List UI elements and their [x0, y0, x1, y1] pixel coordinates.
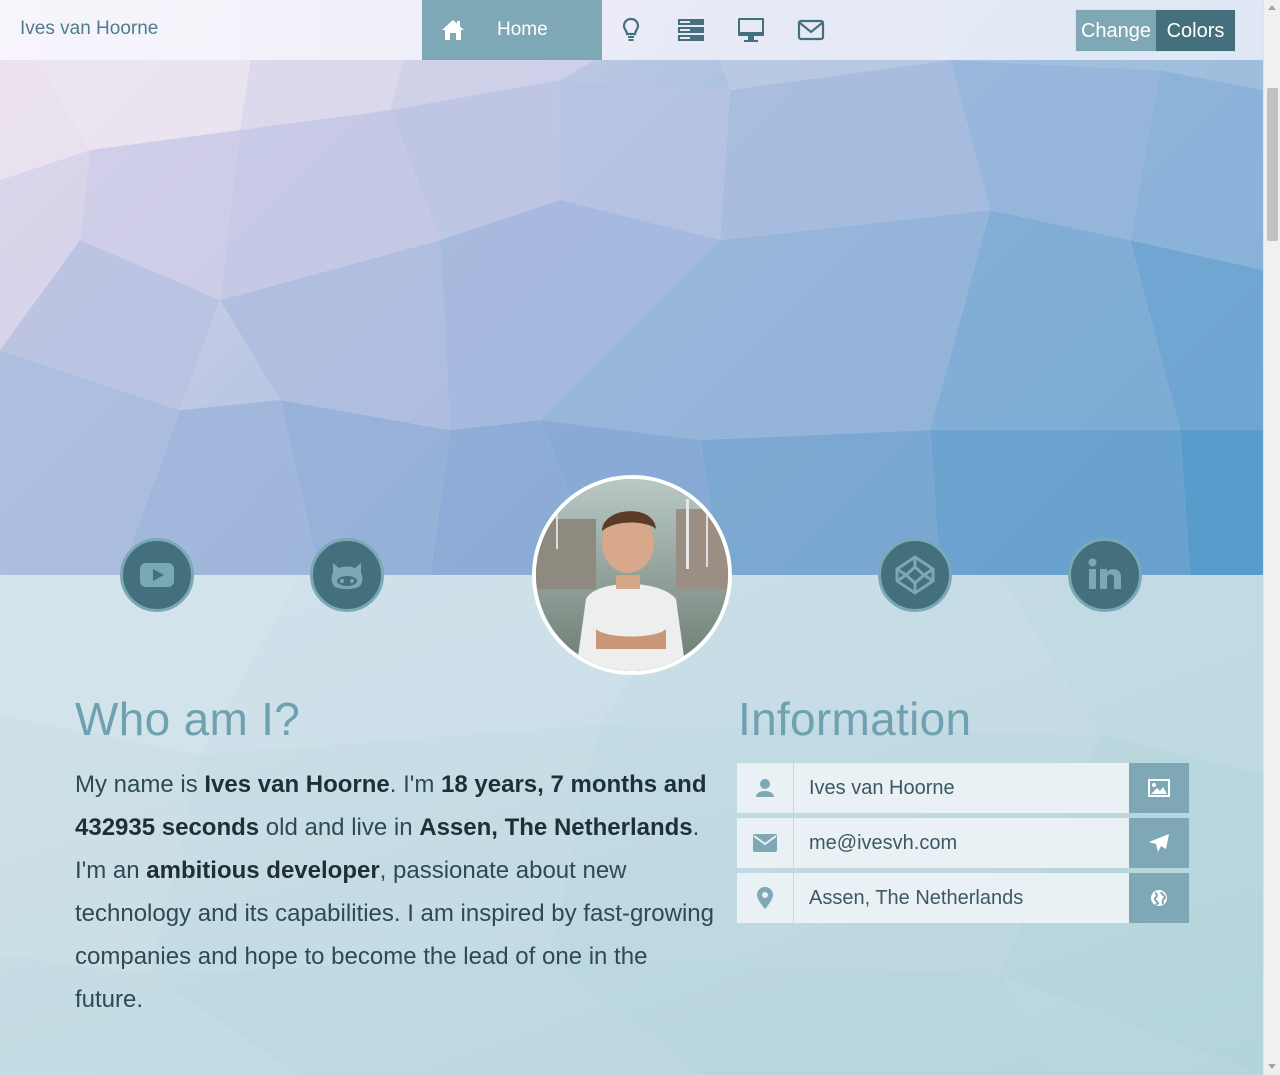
envelope-icon-box [737, 818, 794, 868]
home-icon [442, 20, 464, 40]
envelope-icon[interactable] [796, 15, 826, 45]
change-label: Change [1076, 10, 1156, 51]
about-title: Who am I? [75, 693, 301, 745]
github-link[interactable] [310, 538, 384, 612]
youtube-link[interactable] [120, 538, 194, 612]
info-name-value: Ives van Hoorne [794, 763, 1129, 813]
github-icon [331, 563, 363, 589]
colors-label: Colors [1156, 10, 1235, 51]
globe-button[interactable] [1129, 873, 1189, 923]
avatar-photo [536, 479, 728, 671]
nav-home-label: Home [497, 19, 548, 40]
page-scrollbar[interactable] [1263, 0, 1280, 1075]
top-navbar: Ives van Hoorne Home Change Colors [0, 0, 1263, 60]
scroll-down-arrow[interactable] [1268, 1064, 1276, 1069]
brand-name[interactable]: Ives van Hoorne [20, 18, 158, 40]
paper-plane-icon [1149, 834, 1169, 852]
nav-home-tab[interactable]: Home [422, 0, 602, 60]
user-icon-box [737, 763, 794, 813]
send-button[interactable] [1129, 818, 1189, 868]
codepen-link[interactable] [878, 538, 952, 612]
information-title: Information [738, 693, 972, 745]
codepen-icon [895, 555, 935, 595]
about-text-2: . I'm [389, 771, 442, 798]
about-text-3: old and live in [259, 814, 420, 841]
linkedin-link[interactable] [1068, 538, 1142, 612]
lightbulb-icon[interactable] [616, 15, 646, 45]
linkedin-icon [1088, 558, 1121, 589]
about-bold-location: Assen, The Netherlands [419, 814, 693, 841]
scroll-up-arrow[interactable] [1268, 5, 1276, 10]
image-button[interactable] [1129, 763, 1189, 813]
info-row-name: Ives van Hoorne [737, 763, 1189, 813]
about-text-1: My name is [75, 771, 205, 798]
scroll-thumb[interactable] [1267, 88, 1278, 241]
image-icon [1148, 779, 1170, 797]
desktop-icon[interactable] [736, 15, 766, 45]
globe-icon [1151, 890, 1167, 906]
info-email-value: me@ivesvh.com [794, 818, 1129, 868]
user-icon [756, 779, 774, 797]
about-bold-name: Ives van Hoorne [204, 771, 390, 798]
profile-avatar [532, 475, 732, 675]
info-location-value: Assen, The Netherlands [794, 873, 1129, 923]
map-marker-icon [757, 887, 773, 909]
info-row-location: Assen, The Netherlands [737, 873, 1189, 923]
youtube-icon [140, 563, 174, 587]
info-row-email: me@ivesvh.com [737, 818, 1189, 868]
envelope-icon [753, 834, 777, 852]
about-text: My name is Ives van Hoorne. I'm 18 years… [75, 763, 715, 1021]
change-colors-button[interactable]: Change Colors [1075, 9, 1236, 52]
server-icon[interactable] [676, 15, 706, 45]
map-marker-icon-box [737, 873, 794, 923]
about-bold-role: ambitious developer [146, 857, 380, 884]
